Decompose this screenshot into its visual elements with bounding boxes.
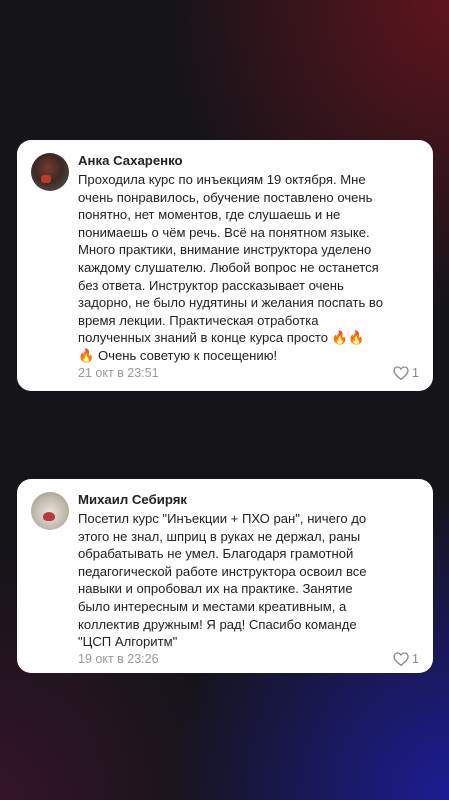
author-name[interactable]: Анка Сахаренко	[78, 153, 419, 169]
review-footer: 21 окт в 23:51 1	[78, 365, 419, 381]
like-count: 1	[412, 366, 419, 380]
like-button[interactable]: 1	[393, 651, 419, 667]
author-name[interactable]: Михаил Себиряк	[78, 492, 419, 508]
avatar[interactable]	[31, 492, 69, 530]
like-button[interactable]: 1	[393, 365, 419, 381]
review-card: Анка Сахаренко Проходила курс по инъекци…	[17, 140, 433, 391]
like-count: 1	[412, 651, 419, 666]
review-text: Проходила курс по инъекциям 19 октября. …	[78, 172, 384, 363]
heart-icon	[393, 366, 409, 380]
avatar[interactable]	[31, 153, 69, 191]
review-footer: 19 окт в 23:26 1	[78, 651, 419, 667]
review-content: Анка Сахаренко Проходила курс по инъекци…	[78, 152, 419, 381]
review-content: Михаил Себиряк Посетил курс "Инъекции + …	[78, 491, 419, 666]
review-text: Посетил курс "Инъекции + ПХО ран", ничег…	[78, 511, 367, 650]
heart-icon	[393, 652, 409, 666]
review-date[interactable]: 19 окт в 23:26	[78, 651, 159, 667]
review-card: Михаил Себиряк Посетил курс "Инъекции + …	[17, 479, 433, 673]
review-date[interactable]: 21 окт в 23:51	[78, 365, 159, 381]
